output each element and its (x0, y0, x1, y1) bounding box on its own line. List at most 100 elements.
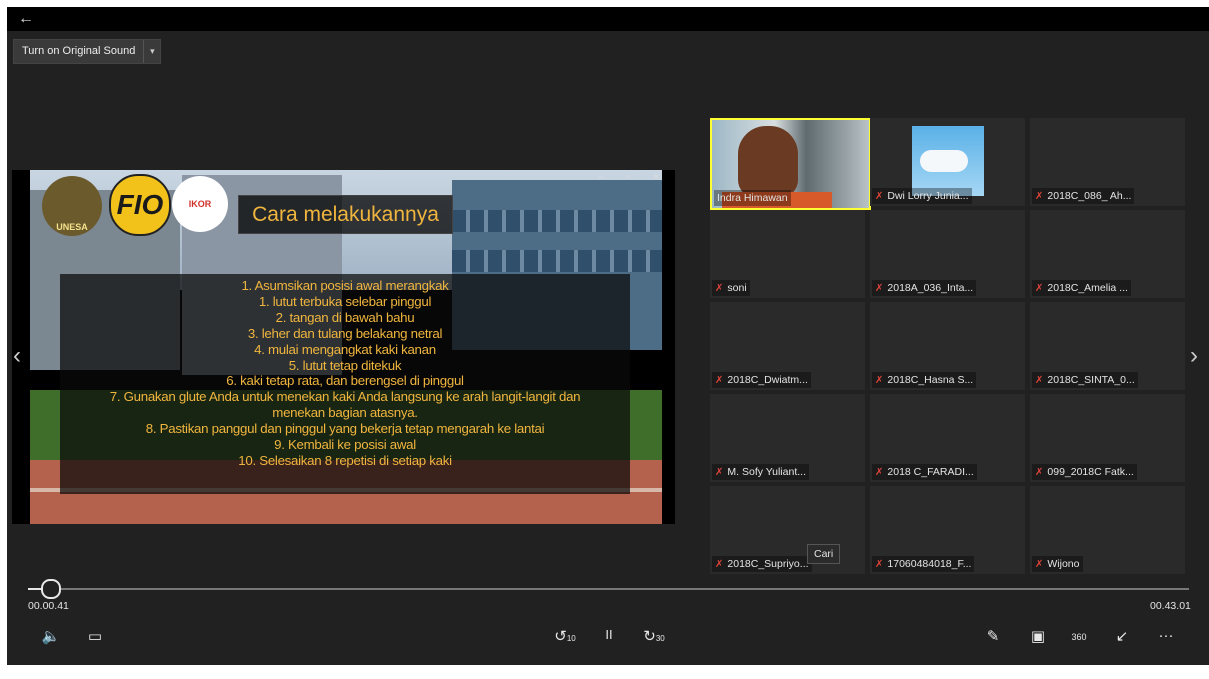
seek-bar[interactable] (28, 588, 1189, 590)
participant-name-label: ✗ soni (712, 280, 750, 296)
cloud-shape (920, 150, 968, 172)
mic-off-icon: ✗ (1035, 375, 1044, 386)
participant-name: Indra Himawan (714, 190, 791, 206)
participant-tile[interactable]: ✗ Dwi Lorry Junia... (870, 118, 1025, 206)
forward-icon: ↻ (643, 628, 656, 645)
participant-video (738, 126, 798, 198)
previous-page-chevron-icon[interactable]: ‹ (13, 342, 21, 370)
participant-name-label: ✗ 2018C_Amelia ... (1032, 280, 1131, 296)
participant-name-label: ✗ M. Sofy Yuliant... (712, 464, 809, 480)
participant-name-label: ✗ 2018C_086_ Ah... (1032, 188, 1135, 204)
mini-view-icon[interactable]: ▣ (1027, 627, 1049, 645)
mic-off-icon: ✗ (875, 283, 884, 294)
search-tooltip: Cari (807, 544, 841, 564)
participant-name-label: ✗ 2018C_SINTA_0... (1032, 372, 1138, 388)
steps-panel: 1. Asumsikan posisi awal merangkak 1. lu… (60, 274, 630, 494)
view-360-icon[interactable]: 360 (1066, 632, 1092, 642)
step-line: 6. kaki tetap rata, dan berengsel di pin… (226, 373, 464, 389)
profile-picture (912, 126, 984, 196)
ikor-logo-text: IKOR (188, 199, 212, 209)
original-sound-button[interactable]: Turn on Original Sound ▾ (13, 39, 162, 64)
participant-tile[interactable]: ✗ 2018C_SINTA_0... (1030, 302, 1185, 390)
rewind-label: 10 (566, 634, 576, 643)
original-sound-label[interactable]: Turn on Original Sound (14, 40, 143, 63)
participant-tile[interactable]: ✗ Wijono (1030, 486, 1185, 574)
mic-off-icon: ✗ (1035, 283, 1044, 294)
slide-title-box: Cara melakukannya (238, 195, 453, 234)
mic-off-icon: ✗ (875, 375, 884, 386)
pen-icon[interactable]: ✎ (982, 627, 1004, 645)
participant-tile[interactable]: ✗ 099_2018C Fatk... (1030, 394, 1185, 482)
volume-icon[interactable]: 🔈 (39, 627, 63, 645)
participant-tile[interactable]: Indra Himawan (710, 118, 871, 210)
participant-name-label: ✗ 2018A_036_Inta... (872, 280, 977, 296)
back-arrow-icon[interactable]: ← (15, 9, 37, 29)
building-windows (452, 250, 662, 272)
participant-tile[interactable]: ✗ 2018C_086_ Ah... (1030, 118, 1185, 206)
participant-tile[interactable]: ✗ 2018C_Supriyo... (710, 486, 865, 574)
participant-name-label: ✗ 2018C_Hasna S... (872, 372, 977, 388)
step-line: 4. mulai mengangkat kaki kanan (254, 341, 436, 357)
participant-name-label: ✗ 099_2018C Fatk... (1032, 464, 1137, 480)
participant-name: 2018C_Hasna S... (887, 374, 974, 386)
participant-name: M. Sofy Yuliant... (727, 466, 806, 478)
participant-tile[interactable]: ✗ 2018C_Dwiatm... (710, 302, 865, 390)
chevron-down-icon[interactable]: ▾ (143, 40, 160, 63)
title-bar: ← (7, 7, 1209, 31)
step-line: 1. lutut terbuka selebar pinggul (258, 293, 432, 309)
step-line: 8. Pastikan panggul dan pinggul yang bek… (145, 421, 545, 437)
participant-name: 2018 C_FARADI... (887, 466, 974, 478)
step-line: 2. tangan di bawah bahu (275, 309, 415, 325)
step-line: 7. Gunakan glute Anda untuk menekan kaki… (109, 389, 581, 405)
step-line: 9. Kembali ke posisi awal (274, 437, 416, 453)
participant-tile[interactable]: ✗ 17060484018_F... (870, 486, 1025, 574)
participant-name: 2018C_Supriyo... (727, 558, 809, 570)
participant-name: Wijono (1047, 558, 1080, 570)
mic-off-icon: ✗ (875, 191, 884, 202)
participant-name: 17060484018_F... (887, 558, 972, 570)
participant-name: 2018C_086_ Ah... (1047, 190, 1132, 202)
participant-name: 2018A_036_Inta... (887, 282, 974, 294)
participant-tile[interactable]: ✗ soni (710, 210, 865, 298)
participant-tile[interactable]: ✗ 2018A_036_Inta... (870, 210, 1025, 298)
step-line: menekan bagian atasnya. (272, 405, 418, 421)
participant-name-label: ✗ 17060484018_F... (872, 556, 975, 572)
mic-off-icon: ✗ (875, 467, 884, 478)
participant-tile[interactable]: ✗ 2018C_Hasna S... (870, 302, 1025, 390)
participant-name: 2018C_Amelia ... (1047, 282, 1128, 294)
exit-fullscreen-icon[interactable]: ↙ (1111, 627, 1133, 645)
seek-thumb[interactable] (41, 579, 61, 599)
participant-tile[interactable]: ✗ M. Sofy Yuliant... (710, 394, 865, 482)
participant-name-label: ✗ Wijono (1032, 556, 1083, 572)
participant-name-label: ✗ 2018C_Supriyo... (712, 556, 812, 572)
slide-title: Cara melakukannya (252, 203, 439, 226)
forward-30-button[interactable]: ↻30 (641, 627, 667, 645)
more-options-icon[interactable]: ··· (1154, 627, 1178, 644)
mic-off-icon: ✗ (715, 375, 724, 386)
participant-name-label: ✗ 2018C_Dwiatm... (712, 372, 811, 388)
participant-tile[interactable]: ✗ 2018C_Amelia ... (1030, 210, 1185, 298)
fio-logo-text: FIO (116, 189, 164, 220)
rewind-icon: ↺ (554, 628, 567, 645)
captions-icon[interactable]: ▭ (83, 627, 107, 645)
participant-name: 2018C_Dwiatm... (727, 374, 808, 386)
total-time: 00.43.01 (1150, 600, 1191, 612)
step-line: 5. lutut tetap ditekuk (288, 357, 402, 373)
mic-off-icon: ✗ (1035, 467, 1044, 478)
unesa-logo-text: UNESA (56, 222, 88, 232)
participant-name: Dwi Lorry Junia... (887, 190, 969, 202)
rewind-10-button[interactable]: ↺10 (552, 627, 578, 645)
unesa-logo: UNESA (42, 176, 102, 236)
forward-label: 30 (655, 634, 665, 643)
step-line: 10. Selesaikan 8 repetisi di setiap kaki (238, 452, 452, 468)
participant-name-label: ✗ Dwi Lorry Junia... (872, 188, 972, 204)
building-windows (452, 210, 662, 232)
ikor-logo: IKOR (172, 176, 228, 232)
pause-icon[interactable]: II (599, 627, 619, 642)
next-page-chevron-icon[interactable]: › (1190, 342, 1198, 370)
steps-list: 1. Asumsikan posisi awal merangkak 1. lu… (36, 278, 654, 469)
participant-name-label: ✗ 2018 C_FARADI... (872, 464, 977, 480)
participant-tile[interactable]: ✗ 2018 C_FARADI... (870, 394, 1025, 482)
mic-off-icon: ✗ (875, 559, 884, 570)
current-time: 00.00.41 (28, 600, 69, 612)
